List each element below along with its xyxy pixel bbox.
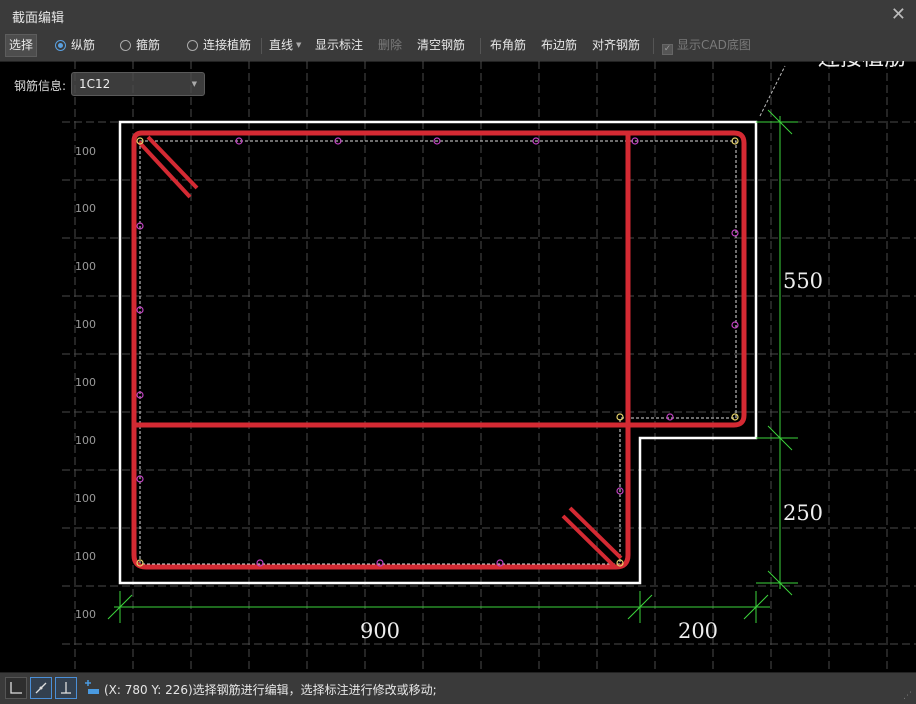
edge-rebar-point[interactable] <box>731 321 739 329</box>
checkbox-icon: ✓ <box>662 44 673 55</box>
dim-label-200[interactable]: 200 <box>678 619 718 643</box>
resize-grip-icon[interactable]: ⋰ <box>903 691 912 701</box>
grid-label: 100 <box>75 550 96 563</box>
show-cad-checkbox[interactable]: ✓ 显示CAD底图 <box>662 35 751 56</box>
grid-label: 100 <box>75 145 96 158</box>
show-cad-label: 显示CAD底图 <box>677 38 751 52</box>
grid-label: 100 <box>75 260 96 273</box>
dim-label-550[interactable]: 550 <box>783 269 823 293</box>
edge-rebar-button[interactable]: 布边筋 <box>541 35 577 56</box>
angle-tool-icon[interactable] <box>5 677 27 699</box>
title-bar: 截面编辑 ✕ <box>0 0 916 31</box>
grid-label: 100 <box>75 434 96 447</box>
grid-label: 100 <box>75 202 96 215</box>
grid-label: 100 <box>75 376 96 389</box>
grid-label: 100 <box>75 318 96 331</box>
corner-rebar-button[interactable]: 布角筋 <box>490 35 526 56</box>
radio-stirrup-label: 箍筋 <box>136 38 161 52</box>
select-label: 选择 <box>9 38 34 52</box>
connect-rebar-label[interactable]: 连接植筋 <box>818 61 906 71</box>
status-bar: (X: 780 Y: 226)选择钢筋进行编辑，选择标注进行修改或移动; ⋰ <box>0 672 916 704</box>
chevron-down-icon: ▼ <box>296 41 302 49</box>
radio-checked-icon <box>55 40 66 51</box>
stirrup-top[interactable] <box>131 130 747 428</box>
radio-stirrup[interactable]: 箍筋 <box>120 35 160 56</box>
toolbar: 选择 纵筋 箍筋 连接植筋 直线 ▼ 显示标注 删除 清空钢筋 布角筋 布边筋 对… <box>0 30 916 62</box>
radio-longitudinal-label: 纵筋 <box>71 38 96 52</box>
status-message: (X: 780 Y: 226)选择钢筋进行编辑，选择标注进行修改或移动; <box>104 683 437 697</box>
rebar-points[interactable] <box>136 137 739 567</box>
cover-line <box>139 140 737 565</box>
window-title: 截面编辑 <box>12 11 65 26</box>
leader-line <box>759 65 786 117</box>
grid-label-column: 100 100 100 100 100 100 100 100 100 <box>75 145 96 621</box>
radio-icon <box>120 40 131 51</box>
horizontal-dimension[interactable] <box>107 591 770 623</box>
radio-longitudinal[interactable]: 纵筋 <box>55 35 95 56</box>
toolbar-divider <box>480 38 481 54</box>
align-rebar-button[interactable]: 对齐钢筋 <box>592 35 640 56</box>
clear-rebar-button[interactable]: 清空钢筋 <box>417 35 465 56</box>
edge-rebar-point[interactable] <box>666 413 674 421</box>
delete-button[interactable]: 删除 <box>378 35 402 56</box>
corner-rebar-point[interactable] <box>731 413 739 421</box>
dim-label-900[interactable]: 900 <box>360 619 400 643</box>
dim-label-250[interactable]: 250 <box>783 501 823 525</box>
toolbar-divider <box>653 38 654 54</box>
line-mode-dropdown[interactable]: 直线 ▼ <box>269 35 301 56</box>
add-dimension-icon[interactable] <box>80 677 102 699</box>
radio-connect-label: 连接植筋 <box>203 38 252 52</box>
grid-label: 100 <box>75 608 96 621</box>
show-annotation-button[interactable]: 显示标注 <box>315 35 363 56</box>
toolbar-divider <box>261 38 262 54</box>
stirrup-bottom[interactable] <box>131 133 631 570</box>
perpendicular-icon[interactable] <box>55 677 77 699</box>
radio-icon <box>187 40 198 51</box>
radio-connect[interactable]: 连接植筋 <box>187 35 251 56</box>
stirrup-hook[interactable] <box>137 140 192 199</box>
select-button[interactable]: 选择 <box>5 34 38 57</box>
section-outline[interactable] <box>118 120 758 585</box>
snap-line-icon[interactable] <box>30 677 52 699</box>
grid-label: 100 <box>75 492 96 505</box>
drawing-canvas[interactable]: 100 100 100 100 100 100 100 100 100 连接植筋 <box>0 61 916 672</box>
line-mode-label: 直线 <box>269 38 294 52</box>
edge-rebar-point[interactable] <box>731 229 739 237</box>
close-icon[interactable]: ✕ <box>891 4 906 25</box>
grid-lines <box>62 61 916 672</box>
